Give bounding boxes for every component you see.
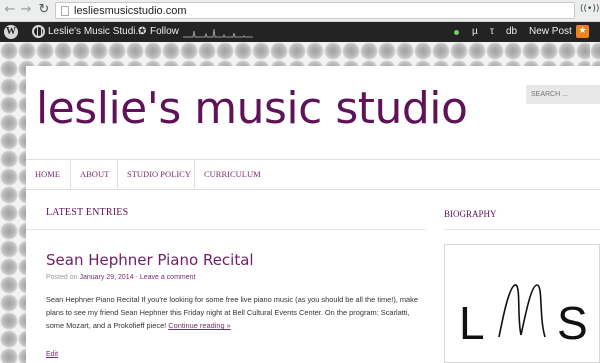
page-content: leslie's music studio HOME ABOUT STUDIO … xyxy=(26,66,600,363)
globe-icon[interactable] xyxy=(32,25,45,38)
url-text[interactable]: lesliesmusicstudio.com xyxy=(74,4,186,18)
follow-icon: ✪ xyxy=(138,26,147,37)
post-date-link[interactable]: January 29, 2014 xyxy=(79,274,133,281)
background-pattern-top xyxy=(0,42,600,66)
forward-arrow-icon[interactable]: → xyxy=(19,3,33,17)
post-meta: Posted on January 29, 2014 - Leave a com… xyxy=(46,274,195,281)
admin-mu-link[interactable]: µ xyxy=(472,26,478,38)
nav-item-studio-policy[interactable]: STUDIO POLICY xyxy=(118,160,195,189)
wordpress-logo-icon[interactable]: W xyxy=(4,25,18,39)
address-bar[interactable]: lesliesmusicstudio.com xyxy=(55,2,575,19)
posted-on-label: Posted on xyxy=(46,274,78,281)
divider xyxy=(26,229,426,230)
biography-widget: L S xyxy=(444,244,600,363)
latest-entries-heading: LATEST ENTRIES xyxy=(46,207,129,218)
site-title[interactable]: leslie's music studio xyxy=(36,83,468,135)
back-arrow-icon[interactable]: ← xyxy=(3,3,17,17)
biography-heading: BIOGRAPHY xyxy=(444,209,497,219)
nav-item-curriculum[interactable]: CURRICULUM xyxy=(195,160,269,189)
sidebar-divider xyxy=(444,229,600,230)
continue-reading-link[interactable]: Continue reading » xyxy=(168,321,230,330)
edit-post-link[interactable]: Edit xyxy=(46,351,58,358)
notification-star-icon[interactable]: ★ xyxy=(576,25,589,38)
svg-text:L: L xyxy=(459,297,485,349)
post-excerpt-text: Sean Hephner Piano Recital If you're loo… xyxy=(46,295,418,331)
new-post-button[interactable]: New Post xyxy=(529,26,572,38)
follow-button[interactable]: Follow xyxy=(150,26,179,38)
wifi-extension-icon[interactable]: ((•)) xyxy=(580,4,599,14)
status-indicator xyxy=(454,30,459,35)
post-excerpt: Sean Hephner Piano Recital If you're loo… xyxy=(46,293,428,333)
admin-site-link[interactable]: Leslie's Music Studi... xyxy=(48,26,144,38)
admin-tau-link[interactable]: τ xyxy=(490,26,494,38)
svg-text:S: S xyxy=(557,297,588,349)
reload-icon[interactable]: ↻ xyxy=(37,3,51,17)
stats-sparkline[interactable] xyxy=(183,27,253,38)
post-title[interactable]: Sean Hephner Piano Recital xyxy=(46,251,254,269)
page-icon xyxy=(61,6,69,16)
lms-monogram-logo: L S xyxy=(459,284,588,349)
main-navigation: HOME ABOUT STUDIO POLICY CURRICULUM xyxy=(26,159,600,190)
browser-toolbar: ← → ↻ lesliesmusicstudio.com ((•)) xyxy=(0,0,600,22)
admin-db-link[interactable]: db xyxy=(506,26,517,38)
nav-item-about[interactable]: ABOUT xyxy=(71,160,118,189)
nav-item-home[interactable]: HOME xyxy=(26,160,71,189)
wordpress-admin-bar: W Leslie's Music Studi... ✪ Follow µ τ d… xyxy=(0,22,600,42)
search-input[interactable] xyxy=(526,85,600,104)
leave-comment-link[interactable]: Leave a comment xyxy=(140,274,196,281)
